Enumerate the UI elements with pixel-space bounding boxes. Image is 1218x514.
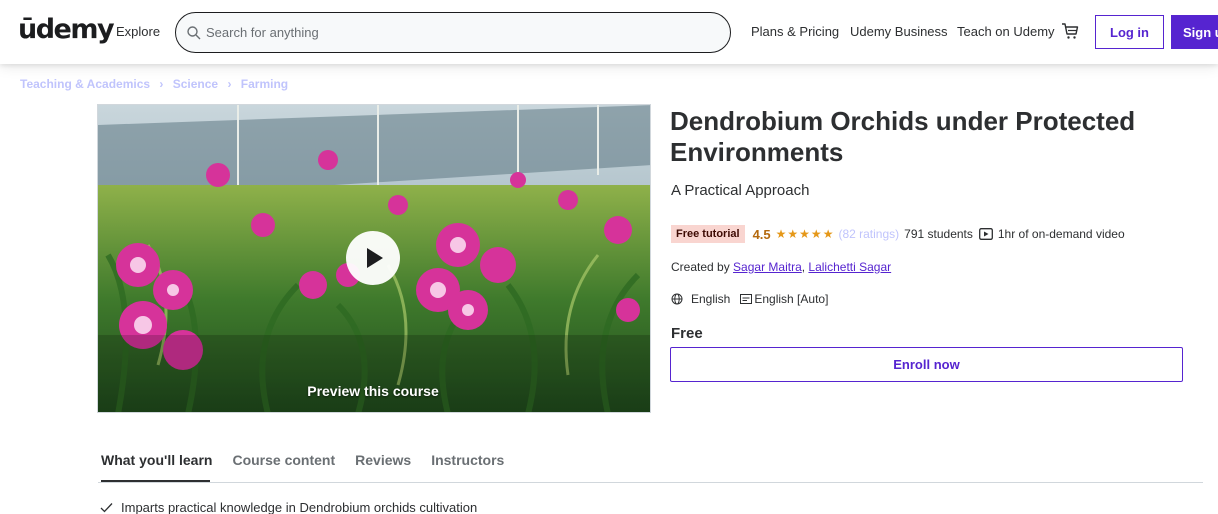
instructor-link[interactable]: Lalichetti Sagar (808, 260, 891, 274)
breadcrumb-item[interactable]: Science (173, 77, 218, 91)
chevron-right-icon: › (159, 77, 164, 91)
course-meta: Free tutorial 4.5 ★★★★★ (82 ratings) 791… (671, 224, 1125, 244)
students-count: 791 students (904, 227, 973, 241)
course-title: Dendrobium Orchids under Protected Envir… (670, 106, 1136, 167)
play-icon[interactable] (346, 231, 400, 285)
instructor-link[interactable]: Sagar Maitra (733, 260, 802, 274)
search-input[interactable] (206, 21, 706, 43)
video-icon (978, 228, 993, 240)
top-header: ūdemy Explore Plans & Pricing Udemy Busi… (0, 0, 1218, 64)
breadcrumb: Teaching & Academics › Science › Farming (20, 77, 288, 91)
explore-link[interactable]: Explore (116, 24, 160, 39)
search-bar[interactable] (175, 12, 731, 53)
signup-button[interactable]: Sign up (1171, 15, 1218, 49)
tab-reviews[interactable]: Reviews (355, 452, 411, 468)
course-subtitle: A Practical Approach (671, 182, 810, 199)
tab-course-content[interactable]: Course content (232, 452, 335, 468)
search-icon[interactable] (186, 25, 202, 41)
captions-label: English [Auto] (754, 292, 829, 306)
preview-course-label[interactable]: Preview this course (0, 383, 746, 399)
breadcrumb-item[interactable]: Teaching & Academics (20, 77, 150, 91)
globe-icon (671, 293, 683, 305)
free-tutorial-badge: Free tutorial (671, 225, 745, 243)
login-button[interactable]: Log in (1095, 15, 1164, 49)
enroll-now-button[interactable]: Enroll now (670, 347, 1183, 382)
check-icon (100, 503, 113, 513)
learn-item: Imparts practical knowledge in Dendrobiu… (100, 500, 477, 514)
active-tab-indicator (101, 480, 210, 482)
breadcrumb-item[interactable]: Farming (241, 77, 288, 91)
captions-icon (740, 294, 753, 304)
tab-what-youll-learn[interactable]: What you'll learn (101, 452, 212, 468)
udemy-business-link[interactable]: Udemy Business (850, 24, 948, 39)
created-by: Created by Sagar Maitra, Lalichetti Saga… (671, 260, 891, 274)
course-tabs: What you'll learn Course content Reviews… (101, 452, 504, 468)
ratings-count-link[interactable]: (82 ratings) (838, 227, 899, 241)
teach-on-udemy-link[interactable]: Teach on Udemy (957, 24, 1055, 39)
course-price: Free (671, 325, 703, 342)
chevron-right-icon: › (227, 77, 232, 91)
learn-item-text: Imparts practical knowledge in Dendrobiu… (121, 500, 478, 514)
created-by-label: Created by (671, 260, 730, 274)
plans-pricing-link[interactable]: Plans & Pricing (751, 24, 839, 39)
language-label: English (691, 292, 731, 306)
udemy-logo[interactable]: ūdemy (18, 14, 115, 45)
video-length: 1hr of on-demand video (997, 227, 1125, 241)
tabs-divider (98, 482, 1203, 483)
rating-value: 4.5 (752, 226, 771, 242)
language-row: English English [Auto] (671, 292, 828, 306)
star-rating-icon: ★★★★★ (775, 227, 835, 241)
cart-icon[interactable] (1061, 22, 1079, 40)
tab-instructors[interactable]: Instructors (431, 452, 504, 468)
